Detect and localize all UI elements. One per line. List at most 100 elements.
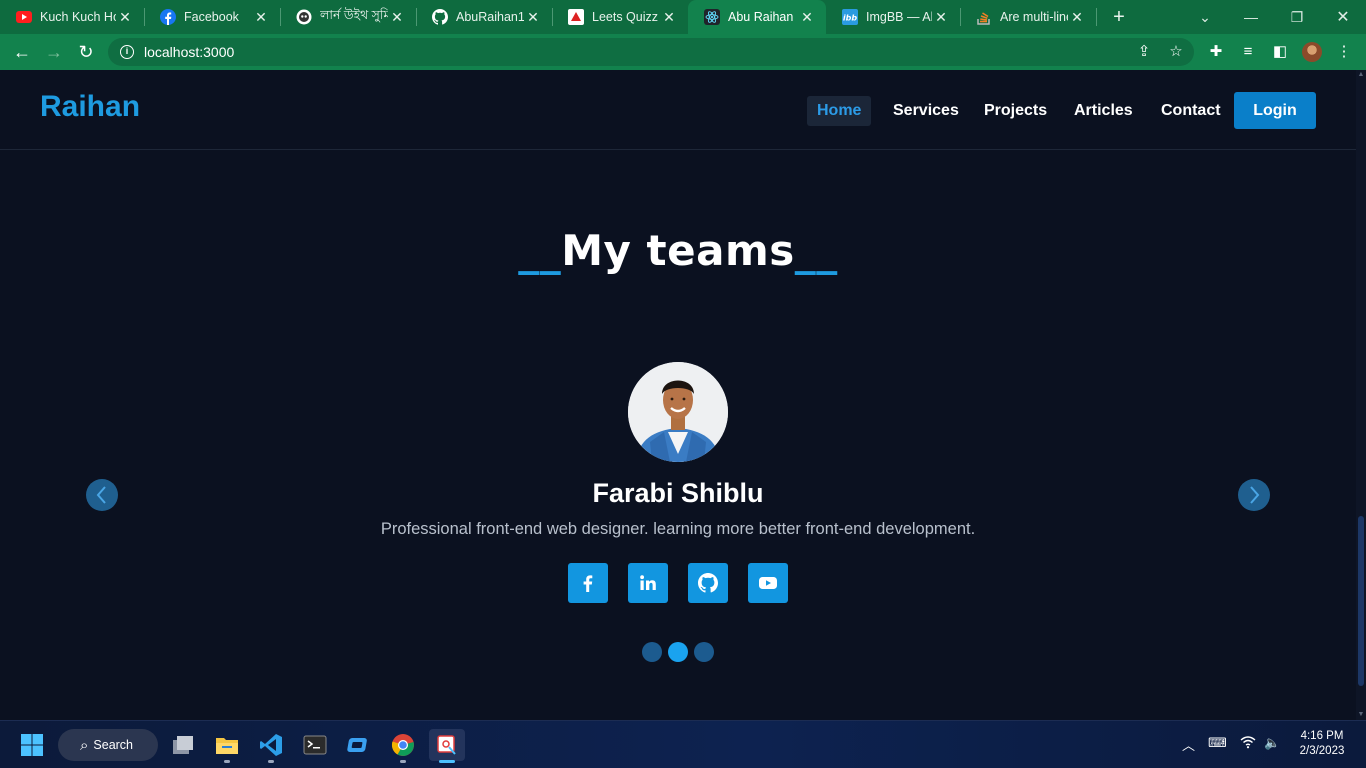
task-view-button[interactable] — [165, 729, 201, 761]
youtube-icon — [16, 9, 32, 25]
quiz-icon — [568, 9, 584, 25]
reload-icon[interactable]: ↻ — [74, 40, 98, 64]
site-logo[interactable]: Raihan — [40, 90, 140, 124]
address-bar[interactable]: i localhost:3000 — [108, 38, 1194, 66]
tab-title: Leets Quizz — [592, 10, 659, 24]
github-icon — [432, 9, 448, 25]
wifi-icon[interactable] — [1240, 735, 1256, 752]
close-tab-icon[interactable]: ✕ — [798, 9, 816, 26]
share-icon[interactable]: ⇪ — [1134, 42, 1154, 62]
tab-stackoverflow[interactable]: Are multi-line ✕ — [960, 0, 1096, 34]
show-hidden-icons-chevron-icon[interactable]: ︿ — [1182, 735, 1195, 754]
chrome-button[interactable] — [385, 729, 421, 763]
facebook-link-button[interactable] — [568, 563, 608, 603]
app-icon — [347, 738, 367, 752]
youtube-icon — [759, 577, 777, 589]
new-tab-button[interactable]: + — [1108, 4, 1130, 30]
tab-learn-with-sumit[interactable]: লার্ন উইথ সুমি ✕ — [280, 0, 416, 34]
tab-title: Abu Raihan — [728, 10, 794, 24]
nav-articles[interactable]: Articles — [1064, 96, 1143, 126]
close-tab-icon[interactable]: ✕ — [1068, 9, 1086, 26]
file-explorer-button[interactable] — [209, 729, 245, 763]
linkedin-icon — [640, 575, 656, 590]
facebook-icon — [583, 575, 593, 592]
carousel-dot-2[interactable] — [668, 642, 688, 662]
nav-services[interactable]: Services — [883, 96, 969, 126]
running-indicator — [224, 760, 230, 763]
carousel-prev-button[interactable] — [86, 479, 118, 511]
web-page: Raihan Home Services Projects Articles C… — [0, 70, 1356, 720]
snipping-tool-button[interactable] — [429, 729, 465, 763]
bookmark-star-icon[interactable]: ☆ — [1166, 42, 1186, 62]
chevron-left-icon — [96, 486, 106, 504]
close-tab-icon[interactable]: ✕ — [524, 9, 542, 26]
nav-projects[interactable]: Projects — [974, 96, 1057, 126]
extensions-puzzle-icon[interactable]: ✚ — [1206, 42, 1226, 62]
tab-youtube[interactable]: Kuch Kuch Ho ✕ — [0, 0, 144, 34]
search-icon: ⌕ — [80, 736, 89, 754]
scroll-up-icon[interactable]: ▲ — [1356, 70, 1366, 80]
volume-icon[interactable]: 🔈 — [1264, 735, 1280, 751]
terminal-icon — [303, 735, 327, 755]
running-indicator — [268, 760, 274, 763]
scrollbar-thumb[interactable] — [1358, 516, 1364, 686]
search-label: Search — [93, 738, 134, 752]
site-info-icon[interactable]: i — [120, 45, 134, 59]
page-scrollbar[interactable]: ▲ ▼ — [1356, 70, 1366, 720]
tab-github[interactable]: AbuRaihan1/c ✕ — [416, 0, 552, 34]
start-button[interactable] — [14, 729, 50, 761]
nav-home[interactable]: Home — [807, 96, 872, 126]
profile-avatar[interactable] — [1302, 42, 1322, 62]
title-underscore-left: __ — [518, 226, 562, 275]
tab-title: ImgBB — Alo — [866, 10, 932, 24]
facebook-icon — [160, 9, 176, 25]
vscode-button[interactable] — [253, 729, 289, 763]
tab-search-chevron-icon[interactable]: ⌄ — [1182, 0, 1228, 34]
forward-arrow-icon[interactable]: → — [42, 40, 66, 64]
terminal-button[interactable] — [297, 729, 333, 761]
scroll-down-icon[interactable]: ▼ — [1356, 710, 1366, 720]
media-playlist-icon[interactable]: ≡ — [1238, 42, 1258, 62]
keyboard-icon[interactable]: ⌨ — [1208, 735, 1227, 751]
taskbar-clock[interactable]: 4:16 PM 2/3/2023 — [1290, 729, 1354, 759]
nav-contact[interactable]: Contact — [1151, 96, 1231, 126]
tab-title: লার্ন উইথ সুমি — [320, 8, 388, 22]
github-icon — [698, 573, 718, 593]
linkedin-link-button[interactable] — [628, 563, 668, 603]
taskbar-search-button[interactable]: ⌕ Search — [58, 729, 158, 761]
side-panel-icon[interactable]: ◧ — [1270, 42, 1290, 62]
clock-date: 2/3/2023 — [1299, 745, 1345, 757]
close-tab-icon[interactable]: ✕ — [116, 9, 134, 26]
folder-icon — [216, 738, 238, 754]
carousel-next-button[interactable] — [1238, 479, 1270, 511]
back-arrow-icon[interactable]: ← — [10, 40, 34, 64]
windows-icon — [21, 734, 43, 756]
tab-title: Facebook — [184, 10, 239, 24]
close-tab-icon[interactable]: ✕ — [660, 9, 678, 26]
member-avatar — [628, 362, 728, 462]
tab-title: Are multi-line — [1000, 10, 1068, 24]
close-tab-icon[interactable]: ✕ — [932, 9, 950, 26]
login-button[interactable]: Login — [1234, 92, 1316, 129]
vscode-icon — [260, 734, 282, 756]
github-link-button[interactable] — [688, 563, 728, 603]
carousel-dot-3[interactable] — [694, 642, 714, 662]
member-name: Farabi Shiblu — [592, 478, 764, 508]
app-button[interactable] — [341, 729, 377, 761]
tab-abu-raihan[interactable]: Abu Raihan ✕ — [688, 0, 826, 34]
active-indicator — [439, 760, 455, 763]
close-tab-icon[interactable]: ✕ — [252, 9, 270, 26]
restore-button[interactable]: ❐ — [1274, 0, 1320, 34]
carousel-dot-1[interactable] — [642, 642, 662, 662]
minimize-button[interactable]: — — [1228, 0, 1274, 34]
tab-imgbb[interactable]: ibb ImgBB — Alo ✕ — [826, 0, 960, 34]
youtube-link-button[interactable] — [748, 563, 788, 603]
clock-time: 4:16 PM — [1300, 730, 1344, 742]
tab-facebook[interactable]: Facebook ✕ — [144, 0, 280, 34]
close-window-button[interactable]: ✕ — [1320, 0, 1366, 34]
menu-dots-icon[interactable]: ⋮ — [1334, 42, 1354, 62]
snipping-tool-icon — [437, 735, 456, 755]
close-tab-icon[interactable]: ✕ — [388, 9, 406, 26]
tab-title: AbuRaihan1/c — [456, 10, 524, 24]
tab-leets-quizz[interactable]: Leets Quizz ✕ — [552, 0, 688, 34]
